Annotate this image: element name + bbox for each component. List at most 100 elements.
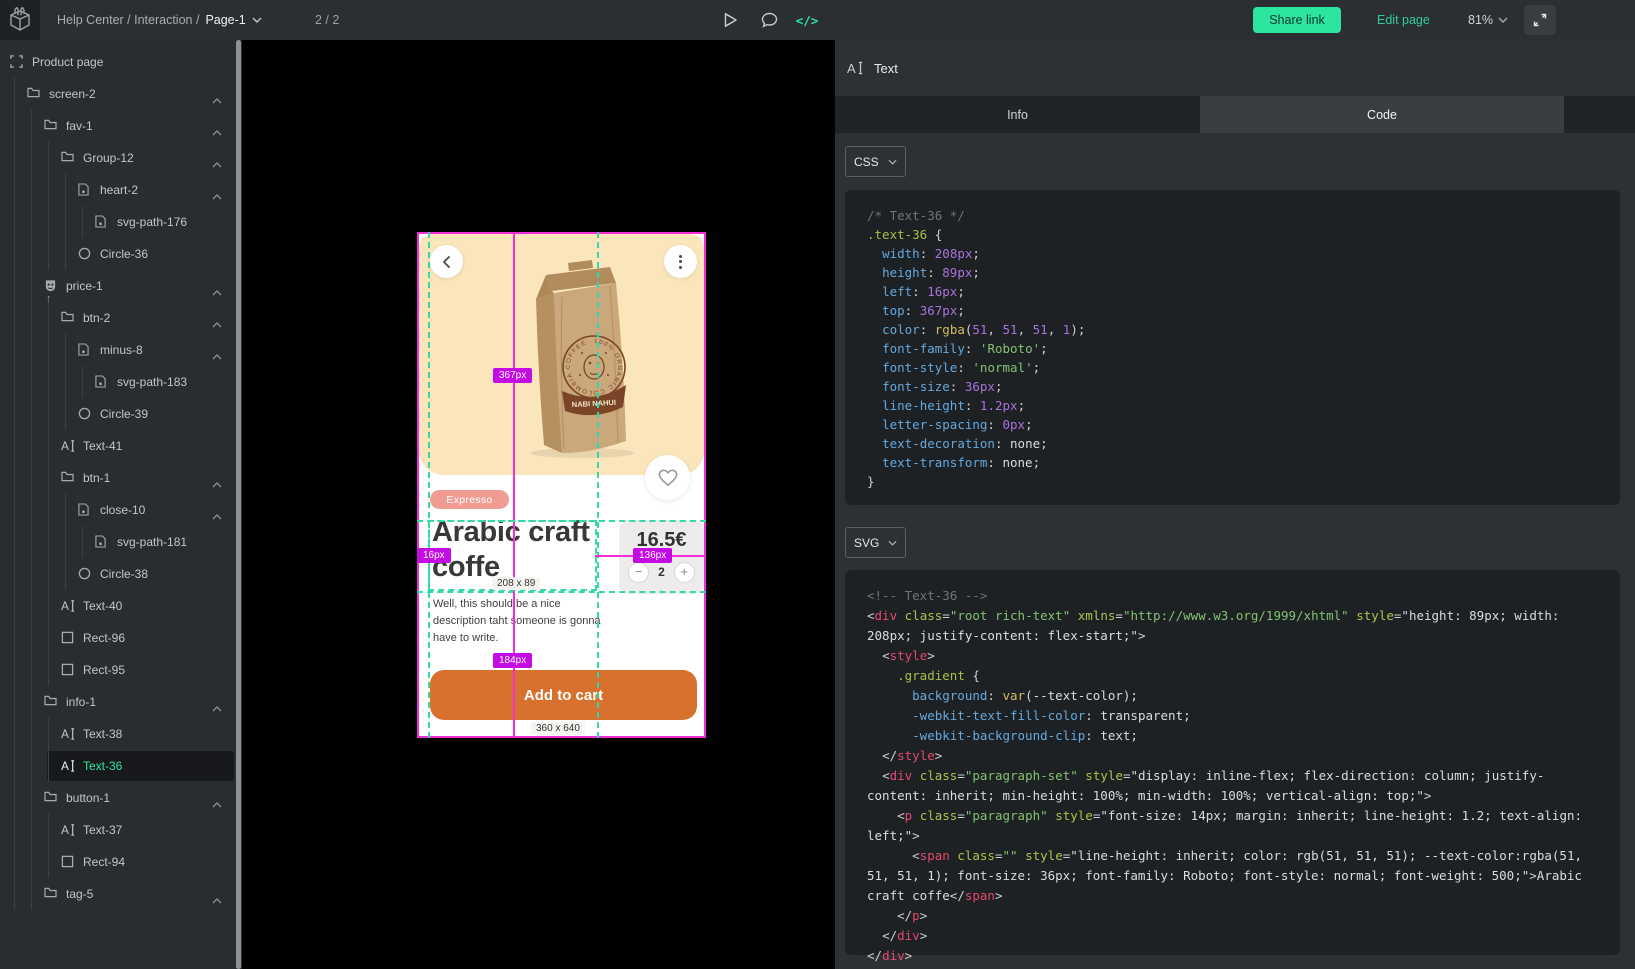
chevron-up-icon[interactable]	[212, 795, 222, 813]
folder-icon	[44, 791, 57, 802]
tree-indent-rail	[31, 654, 32, 686]
kebab-menu-icon	[679, 255, 682, 269]
tree-indent-rail	[14, 590, 15, 622]
increase-quantity-button[interactable]: +	[674, 562, 695, 583]
tab-code[interactable]: Code	[1200, 96, 1564, 133]
fullscreen-button[interactable]	[1524, 5, 1556, 35]
app-logo[interactable]	[0, 0, 40, 40]
tree-indent-rail	[14, 302, 15, 334]
product-description[interactable]: Well, this should be a nice description …	[433, 596, 607, 647]
share-link-button[interactable]: Share link	[1253, 7, 1341, 33]
layer-row-svg-path-181[interactable]: svg-path-181	[0, 526, 234, 558]
code-line: <!-- Text-36 -->	[867, 586, 1598, 606]
layer-tree: Product pagescreen-2fav-1Group-12heart-2…	[0, 46, 234, 910]
rect-icon	[61, 663, 74, 676]
svg-text:A: A	[61, 600, 69, 612]
layer-row-svg-path-176[interactable]: svg-path-176	[0, 206, 234, 238]
layer-row-text-36[interactable]: AText-36	[0, 750, 234, 782]
svg-format-dropdown[interactable]: SVG	[845, 527, 906, 558]
layer-row-close-10[interactable]: close-10	[0, 494, 234, 526]
tree-indent-rail	[31, 686, 32, 718]
layer-row-rect-96[interactable]: Rect-96	[0, 622, 234, 654]
layer-row-heart-2[interactable]: heart-2	[0, 174, 234, 206]
layer-label: Rect-94	[83, 855, 125, 869]
back-button[interactable]	[430, 245, 463, 278]
css-format-dropdown[interactable]: CSS	[845, 146, 906, 177]
tree-indent-rail	[82, 526, 83, 558]
add-to-cart-button[interactable]: Add to cart	[430, 670, 697, 720]
chevron-up-icon[interactable]	[212, 283, 222, 301]
layer-row-screen-2[interactable]: screen-2	[0, 78, 234, 110]
svg-file-icon	[95, 535, 106, 548]
favorite-button[interactable]	[645, 455, 690, 500]
layer-row-btn-2[interactable]: btn-2	[0, 302, 234, 334]
layer-row-circle-39[interactable]: Circle-39	[0, 398, 234, 430]
inspector-panel: A Text Info Code CSS /* Text-36 */.text-…	[835, 40, 1635, 969]
more-options-button[interactable]	[664, 245, 697, 278]
layer-row-circle-36[interactable]: Circle-36	[0, 238, 234, 270]
layer-row-circle-38[interactable]: Circle-38	[0, 558, 234, 590]
inspector-header: A Text	[835, 40, 1635, 96]
layer-row-info-1[interactable]: info-1	[0, 686, 234, 718]
folder-icon	[44, 119, 57, 130]
layer-row-tag-5[interactable]: tag-5	[0, 878, 234, 910]
code-line: </style>	[867, 746, 1598, 766]
layer-row-price-1[interactable]: price-1↑	[0, 270, 234, 302]
chevron-up-icon[interactable]	[212, 347, 222, 365]
layer-row-text-37[interactable]: AText-37	[0, 814, 234, 846]
chevron-up-icon[interactable]	[212, 187, 222, 205]
layer-row-fav-1[interactable]: fav-1	[0, 110, 234, 142]
tree-indent-rail	[31, 110, 32, 142]
code-view-button[interactable]: </>	[792, 0, 822, 40]
decrease-quantity-button[interactable]: −	[628, 562, 649, 583]
tab-info[interactable]: Info	[835, 96, 1200, 133]
svg-text:A: A	[61, 824, 69, 836]
layer-row-text-38[interactable]: AText-38	[0, 718, 234, 750]
layer-row-product-page[interactable]: Product page	[0, 46, 234, 78]
chevron-up-icon[interactable]	[212, 155, 222, 173]
layer-label: btn-2	[83, 311, 110, 325]
product-tag[interactable]: Expresso	[430, 490, 509, 509]
layer-row-btn-1[interactable]: btn-1	[0, 462, 234, 494]
layer-row-svg-path-183[interactable]: svg-path-183	[0, 366, 234, 398]
design-canvas[interactable]: 100% ORGANIC COLOMBIA COFFEE NABI NAHUI …	[242, 40, 835, 969]
chevron-up-icon[interactable]	[212, 891, 222, 909]
zoom-level-control[interactable]: 81%	[1468, 0, 1508, 40]
chevron-up-icon[interactable]	[212, 91, 222, 109]
chevron-up-icon[interactable]	[212, 475, 222, 493]
tree-indent-rail	[14, 430, 15, 462]
svg-code-block: <!-- Text-36 --><div class="root rich-te…	[845, 570, 1620, 955]
edit-page-link[interactable]: Edit page	[1377, 0, 1430, 40]
code-line: text-decoration: none;	[867, 434, 1598, 453]
layers-scrollbar[interactable]	[236, 40, 241, 969]
phone-frame[interactable]: 100% ORGANIC COLOMBIA COFFEE NABI NAHUI …	[417, 232, 706, 738]
layer-row-rect-94[interactable]: Rect-94	[0, 846, 234, 878]
chevron-up-icon[interactable]	[212, 507, 222, 525]
coffee-bag-image[interactable]: 100% ORGANIC COLOMBIA COFFEE NABI NAHUI	[510, 255, 650, 460]
chevron-up-icon[interactable]	[212, 315, 222, 333]
code-line: background: var(--text-color);	[867, 686, 1598, 706]
svg-file-icon	[95, 375, 106, 388]
layer-row-text-41[interactable]: AText-41	[0, 430, 234, 462]
css-dropdown-value: CSS	[854, 155, 879, 169]
play-button[interactable]	[715, 0, 745, 40]
quantity-stepper: − 2 +	[619, 560, 704, 584]
folder-icon	[61, 471, 74, 482]
chevron-down-icon[interactable]	[252, 17, 262, 23]
tree-indent-rail	[31, 142, 32, 174]
chevron-up-icon[interactable]	[212, 123, 222, 141]
tree-indent-rail	[48, 206, 49, 238]
measurement-label-price: 136px	[633, 548, 672, 563]
tree-indent-rail	[31, 590, 32, 622]
up-arrow-marker: ↑	[46, 293, 52, 305]
layer-row-button-1[interactable]: button-1	[0, 782, 234, 814]
layer-row-rect-95[interactable]: Rect-95	[0, 654, 234, 686]
tree-indent-rail	[31, 878, 32, 910]
breadcrumb[interactable]: Help Center / Interaction / Page-1	[57, 0, 262, 40]
layer-row-group-12[interactable]: Group-12	[0, 142, 234, 174]
layer-row-text-40[interactable]: AText-40	[0, 590, 234, 622]
code-line: -webkit-background-clip: text;	[867, 726, 1598, 746]
layer-row-minus-8[interactable]: minus-8	[0, 334, 234, 366]
comments-button[interactable]	[754, 0, 784, 40]
chevron-up-icon[interactable]	[212, 699, 222, 717]
